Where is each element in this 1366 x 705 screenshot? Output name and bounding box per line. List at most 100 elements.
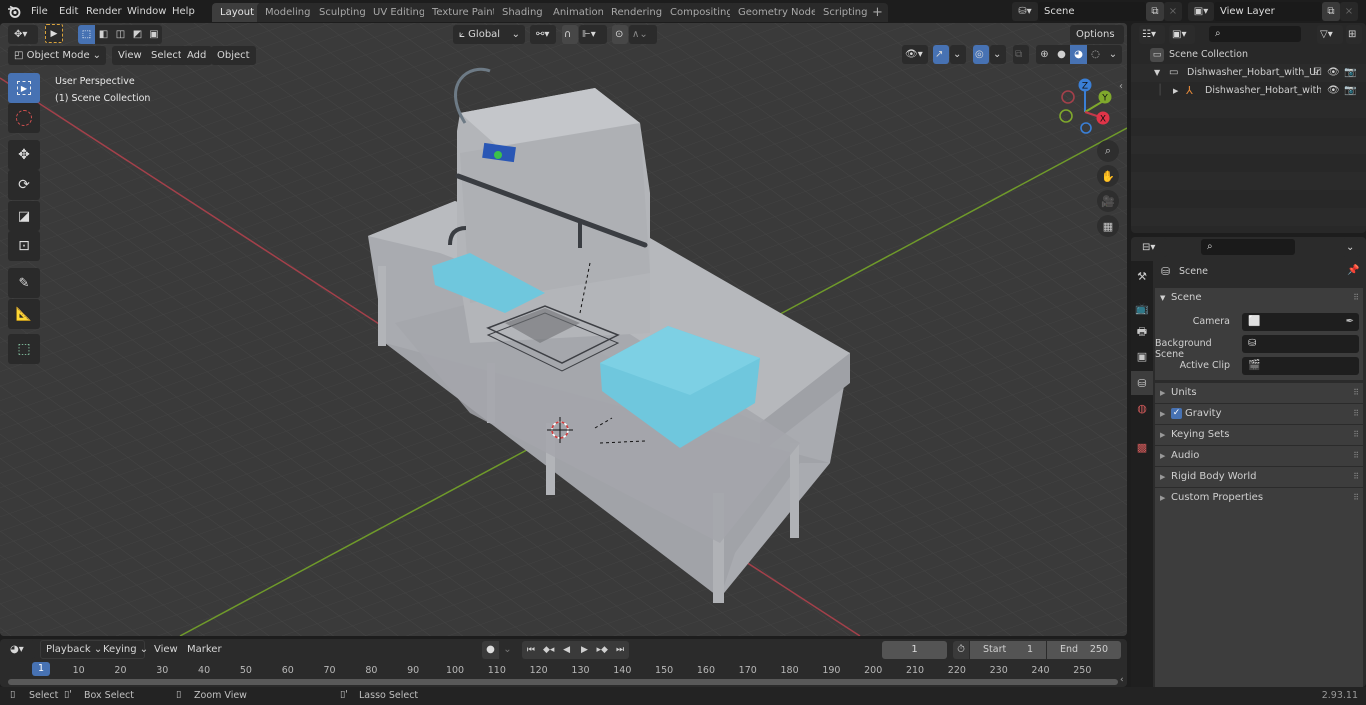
- panel-keying-sets[interactable]: ▶ Keying Sets ⠿: [1155, 425, 1363, 445]
- tab-animation[interactable]: Animation: [545, 3, 612, 22]
- transform-orientation-dropdown[interactable]: ⟀ Global ⌄: [453, 25, 525, 44]
- pivot-point-dropdown[interactable]: ⚯▾: [530, 25, 556, 44]
- shading-dropdown-chevron-icon[interactable]: ⌄: [1104, 45, 1122, 64]
- gravity-checkbox[interactable]: ✓: [1171, 408, 1182, 419]
- drag-handle-icon[interactable]: ⠿: [1353, 425, 1359, 445]
- ortho-grid-icon[interactable]: ▦: [1097, 215, 1119, 237]
- scene-name-field[interactable]: Scene: [1038, 2, 1146, 21]
- tab-texture-icon[interactable]: ▩: [1133, 436, 1151, 458]
- material-preview-shading-icon[interactable]: ◕: [1070, 45, 1087, 64]
- navigation-gizmo[interactable]: Z Y X: [1055, 75, 1117, 137]
- snap-toggle[interactable]: ∩: [562, 25, 578, 44]
- gizmo-dropdown[interactable]: ⌄: [950, 45, 966, 64]
- properties-options-dropdown[interactable]: ⌄: [1342, 238, 1360, 257]
- menu-add[interactable]: Add: [181, 46, 213, 65]
- filter-dropdown[interactable]: ▽▾: [1317, 25, 1343, 44]
- playhead[interactable]: 1: [32, 662, 50, 676]
- tab-output-icon[interactable]: 🖶: [1133, 321, 1151, 343]
- eye-visibility-icon[interactable]: 👁: [1327, 82, 1340, 100]
- active-clip-field[interactable]: 🎬: [1242, 357, 1359, 375]
- tab-world-icon[interactable]: ◍: [1133, 397, 1151, 419]
- scene-selector-button[interactable]: ⛁▾: [1012, 2, 1038, 21]
- expand-arrow-icon[interactable]: ▶: [1173, 82, 1178, 100]
- panel-custom-properties[interactable]: ▶ Custom Properties ⠿: [1155, 488, 1363, 508]
- outliner-search-input[interactable]: ⌕: [1209, 26, 1301, 42]
- properties-search-input[interactable]: ⌕: [1201, 239, 1295, 255]
- tab-rendering[interactable]: Rendering: [603, 3, 671, 22]
- tab-scene-icon[interactable]: ⛁: [1131, 371, 1153, 395]
- delete-view-layer-button[interactable]: ×: [1340, 2, 1358, 21]
- outliner-row-object[interactable]: │ ▶ ⅄ Dishwasher_Hobart_with 👁 📷: [1131, 82, 1366, 100]
- neg-y-axis-icon[interactable]: [1059, 109, 1073, 123]
- tab-texture-paint[interactable]: Texture Paint: [424, 3, 505, 22]
- gizmo-toggle[interactable]: ↗: [933, 45, 949, 64]
- menu-help[interactable]: Help: [167, 3, 200, 20]
- panel-scene-header[interactable]: ▼ Scene ⠿: [1155, 288, 1363, 308]
- tool-annotate[interactable]: ✎: [8, 268, 40, 298]
- panel-gravity[interactable]: ▶ ✓ Gravity ⠿: [1155, 404, 1363, 424]
- select-subtract-icon[interactable]: ◫: [112, 25, 129, 44]
- sidebar-toggle-chevron-icon[interactable]: ‹: [1119, 81, 1123, 92]
- tool-measure[interactable]: 📐: [8, 299, 40, 329]
- tab-uv-editing[interactable]: UV Editing: [365, 3, 434, 22]
- exclude-checkbox-icon[interactable]: ☑: [1313, 64, 1322, 82]
- pin-icon[interactable]: 📌: [1347, 265, 1359, 276]
- camera-field[interactable]: ⬜ ✒: [1242, 313, 1359, 331]
- outliner-row-collection[interactable]: ▼ ▭ Dishwasher_Hobart_with_Unk ☑ 👁 📷: [1131, 64, 1366, 82]
- tab-view-layer-icon[interactable]: ▣: [1133, 345, 1151, 367]
- select-new-icon[interactable]: ⬚: [78, 25, 95, 44]
- tab-render-icon[interactable]: 📺: [1133, 297, 1151, 319]
- tab-tool-icon[interactable]: ⚒: [1133, 265, 1151, 287]
- editor-type-button[interactable]: ✥▾: [8, 25, 38, 44]
- wireframe-shading-icon[interactable]: ⊕: [1036, 45, 1053, 64]
- overlays-toggle[interactable]: ◎: [973, 45, 989, 64]
- drag-handle-icon[interactable]: ⠿: [1353, 288, 1359, 308]
- select-invert-icon[interactable]: ◩: [129, 25, 146, 44]
- timeline-scrollbar[interactable]: [8, 679, 1118, 685]
- mode-dropdown[interactable]: ◰ Object Mode ⌄: [8, 46, 106, 65]
- select-tool-button[interactable]: ▶: [45, 24, 63, 43]
- camera-render-icon[interactable]: 📷: [1344, 64, 1356, 82]
- tool-cursor[interactable]: [8, 103, 40, 133]
- menu-window[interactable]: Window: [122, 3, 171, 20]
- pan-hand-icon[interactable]: ✋: [1097, 165, 1119, 187]
- view-layer-selector-button[interactable]: ▣▾: [1188, 2, 1214, 21]
- tool-scale[interactable]: ◪: [8, 201, 40, 231]
- select-extend-icon[interactable]: ◧: [95, 25, 112, 44]
- menu-render[interactable]: Render: [81, 3, 127, 20]
- tool-select-box[interactable]: ▶: [8, 73, 40, 103]
- panel-audio[interactable]: ▶ Audio ⠿: [1155, 446, 1363, 466]
- panel-rigid-body-world[interactable]: ▶ Rigid Body World ⠿: [1155, 467, 1363, 487]
- outliner-editor-type-button[interactable]: ☷▾: [1139, 25, 1165, 44]
- visibility-dropdown[interactable]: 👁▾: [902, 45, 928, 64]
- eyedropper-icon[interactable]: ✒: [1346, 313, 1354, 331]
- rendered-shading-icon[interactable]: ◌: [1087, 45, 1104, 64]
- drag-handle-icon[interactable]: ⠿: [1353, 446, 1359, 466]
- xray-toggle[interactable]: ⧉: [1013, 45, 1029, 64]
- overlays-dropdown[interactable]: ⌄: [990, 45, 1006, 64]
- eye-visibility-icon[interactable]: 👁: [1327, 64, 1340, 82]
- neg-z-axis-icon[interactable]: [1080, 122, 1092, 134]
- menu-object[interactable]: Object: [211, 46, 256, 65]
- outliner-row-scene-collection[interactable]: ▭ Scene Collection: [1131, 46, 1366, 64]
- properties-editor-type-button[interactable]: ⊟▾: [1139, 238, 1167, 257]
- drag-handle-icon[interactable]: ⠿: [1353, 404, 1359, 424]
- tool-move[interactable]: ✥: [8, 140, 40, 170]
- menu-file[interactable]: File: [26, 3, 53, 20]
- tab-layout[interactable]: Layout: [212, 3, 262, 22]
- falloff-dropdown[interactable]: ∧⌄: [629, 25, 657, 44]
- options-dropdown[interactable]: Options ⌄: [1070, 25, 1124, 59]
- new-collection-button[interactable]: ⊞: [1346, 25, 1362, 44]
- tab-modeling[interactable]: Modeling: [257, 3, 319, 22]
- delete-scene-button[interactable]: ×: [1164, 2, 1182, 21]
- drag-handle-icon[interactable]: ⠿: [1353, 467, 1359, 487]
- panel-units[interactable]: ▶ Units ⠿: [1155, 383, 1363, 403]
- snap-target-dropdown[interactable]: ⊩▾: [579, 25, 607, 44]
- drag-handle-icon[interactable]: ⠿: [1353, 383, 1359, 403]
- 3d-viewport[interactable]: ✥▾ ▶ ⬚ ◧ ◫ ◩ ▣ ⟀ Global ⌄ ⚯▾ ∩ ⊩▾ ⊙ ∧⌄ Op…: [0, 23, 1127, 636]
- menu-view[interactable]: View: [112, 46, 148, 65]
- view-layer-field[interactable]: View Layer: [1214, 2, 1322, 21]
- zoom-view-icon[interactable]: ⌕: [1097, 140, 1119, 162]
- drag-handle-icon[interactable]: ⠿: [1353, 488, 1359, 508]
- new-view-layer-button[interactable]: ⧉: [1322, 2, 1340, 21]
